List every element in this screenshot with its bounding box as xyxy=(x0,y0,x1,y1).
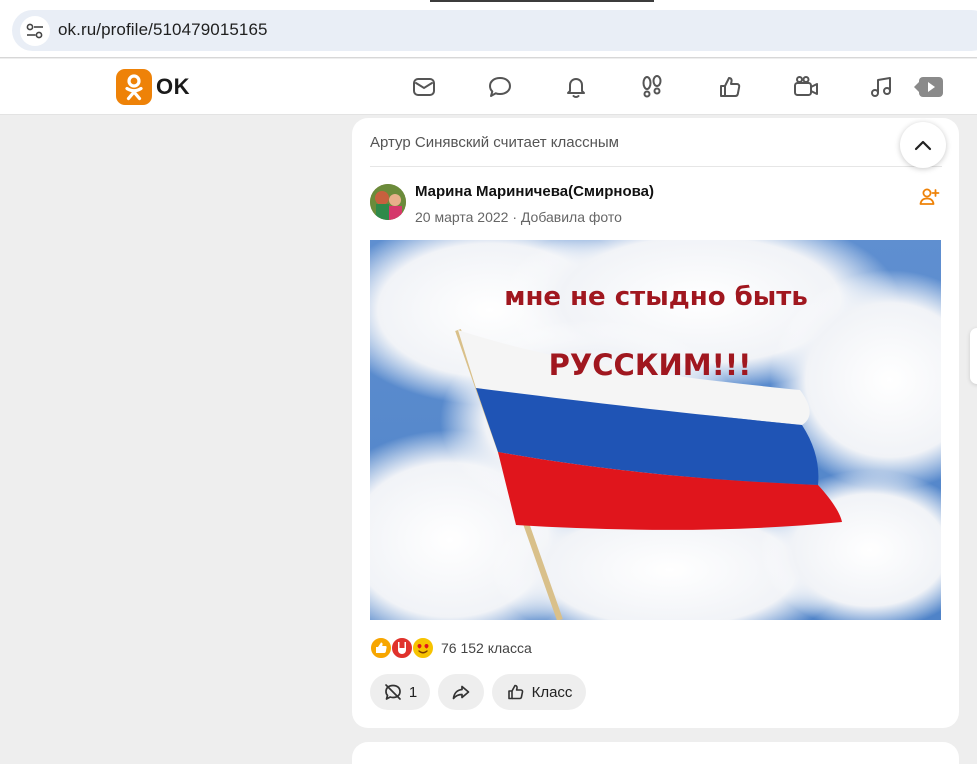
ok-logo-icon xyxy=(116,69,152,105)
mail-icon[interactable] xyxy=(410,73,438,101)
add-friend-icon[interactable] xyxy=(918,186,940,208)
meta-separator: · xyxy=(512,209,517,225)
klass-button[interactable]: Класс xyxy=(492,674,586,710)
share-button[interactable] xyxy=(438,674,484,710)
post-meta: 20 марта 2022 · Добавила фото xyxy=(415,209,622,225)
chevron-up-icon xyxy=(914,140,932,151)
logo-text: OK xyxy=(156,74,190,99)
post-date[interactable]: 20 марта 2022 xyxy=(415,209,508,225)
rock-reaction-icon xyxy=(391,637,413,659)
author-name[interactable]: Марина Мариничева(Смирнова) xyxy=(415,183,654,200)
share-arrow-icon xyxy=(452,685,470,700)
music-note-icon[interactable] xyxy=(868,73,896,101)
card-divider xyxy=(370,166,942,167)
love-reaction-icon xyxy=(412,637,434,659)
post-photo[interactable]: мне не стыдно быть РУССКИМ!!! xyxy=(370,240,941,620)
ok-logo[interactable]: OK xyxy=(116,69,190,105)
image-text-line1: мне не стыдно быть xyxy=(504,282,808,312)
scroll-up-button[interactable] xyxy=(900,122,946,168)
comments-button[interactable]: 1 xyxy=(370,674,430,710)
image-text-line2: РУССКИМ!!! xyxy=(549,348,752,382)
next-feed-card xyxy=(352,742,959,764)
liked-by-text[interactable]: Артур Синявский считает классным xyxy=(370,134,619,151)
likes-count[interactable]: 76 152 класса xyxy=(441,640,532,656)
side-scroll-handle[interactable] xyxy=(970,328,977,384)
active-tab-indicator xyxy=(430,0,654,2)
post-actions: 1 Класс xyxy=(370,674,594,710)
chat-icon[interactable] xyxy=(486,73,514,101)
tune-icon xyxy=(26,23,43,39)
like-reaction-icon xyxy=(370,637,392,659)
address-bar[interactable]: ok.ru/profile/510479015165 xyxy=(12,10,977,51)
author-avatar[interactable] xyxy=(370,184,406,220)
play-icon[interactable] xyxy=(914,73,944,101)
comments-off-icon xyxy=(384,684,401,700)
post-action-text: Добавила фото xyxy=(520,209,622,225)
comments-count: 1 xyxy=(408,683,418,701)
url-text[interactable]: ok.ru/profile/510479015165 xyxy=(58,20,268,40)
feed-post-card: Артур Синявский считает классным Марина … xyxy=(352,118,959,728)
bell-icon[interactable] xyxy=(562,73,590,101)
thumbs-up-icon[interactable] xyxy=(716,73,744,101)
footprints-icon[interactable] xyxy=(638,73,666,101)
site-info-button[interactable] xyxy=(20,16,50,46)
site-header: OK xyxy=(0,59,977,115)
klass-label: Класс xyxy=(531,683,573,701)
video-camera-icon[interactable] xyxy=(792,73,820,101)
thumbs-up-icon xyxy=(507,684,523,700)
browser-toolbar: ok.ru/profile/510479015165 xyxy=(0,0,977,58)
reactions-summary[interactable]: 76 152 класса xyxy=(370,636,532,660)
